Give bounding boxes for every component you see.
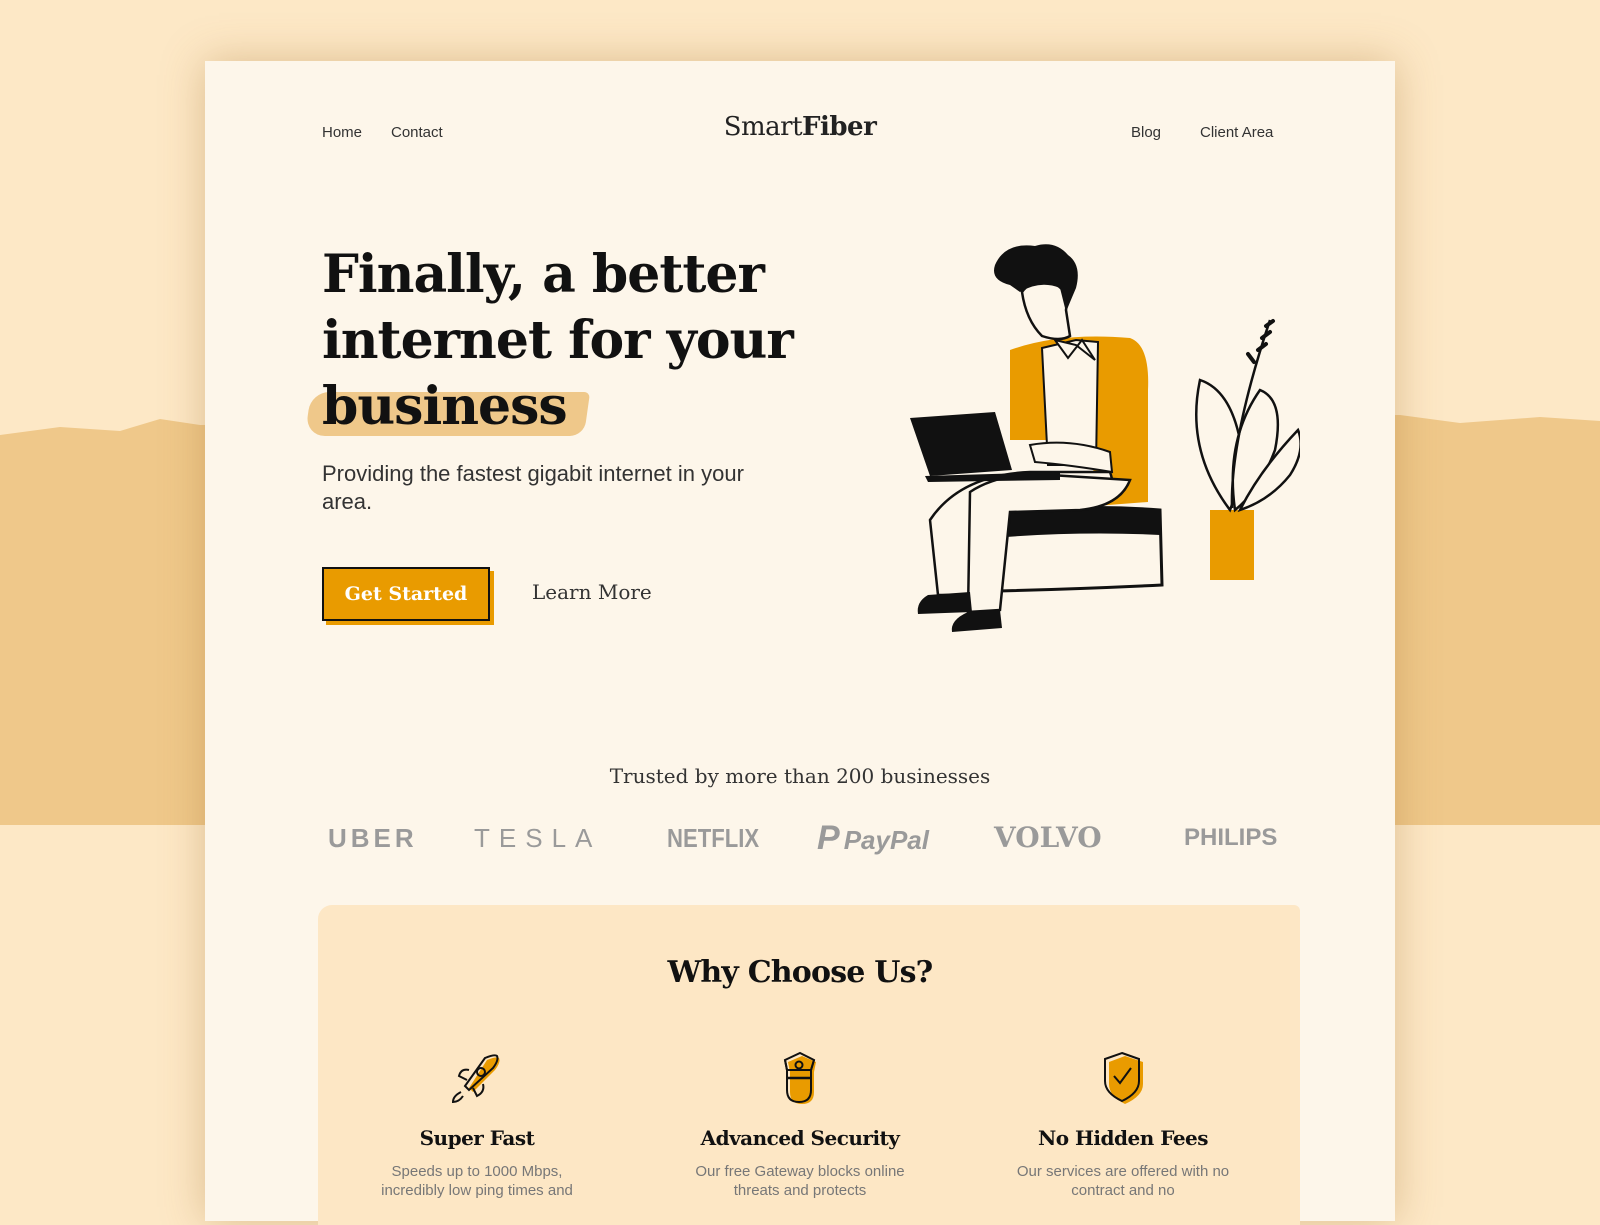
hero-headline: Finally, a better internet for your busi… (322, 242, 794, 440)
site-logo[interactable]: SmartFiber (0, 112, 1600, 142)
hero-subtitle: Providing the fastest gigabit internet i… (322, 461, 744, 514)
logo-tesla: TESLA (474, 823, 602, 853)
headline-line-2: internet for your (322, 310, 794, 371)
security-guard-icon (783, 1051, 816, 1104)
feature-title: Advanced Security (700, 1126, 900, 1150)
feature-title: No Hidden Fees (1037, 1126, 1209, 1150)
feature-no-hidden-fees: No Hidden Fees Our services are offered … (963, 1048, 1283, 1200)
logo-light: Smart (723, 112, 803, 142)
logo-bold: Fiber (802, 112, 877, 142)
nav-blog[interactable]: Blog (1131, 124, 1161, 141)
headline-highlight: business (322, 374, 568, 440)
rocket-icon (451, 1054, 500, 1104)
feature-description: Speeds up to 1000 Mbps, incredibly low p… (381, 1163, 573, 1199)
logo-netflix: NETFLIX (667, 823, 760, 853)
headline-line-1: Finally, a better (322, 244, 765, 305)
feature-advanced-security: Advanced Security Our free Gateway block… (640, 1048, 960, 1200)
plant-illustration (1195, 319, 1300, 580)
logo-philips: PHILIPS (1184, 824, 1278, 851)
feature-title: Super Fast (419, 1126, 535, 1150)
logo-volvo: VOLVO (994, 821, 1102, 854)
paypal-p-icon: P (817, 819, 840, 857)
why-title: Why Choose Us? (667, 955, 934, 990)
nav-client-area[interactable]: Client Area (1200, 124, 1273, 141)
hero-illustration (910, 244, 1300, 632)
feature-description: Our services are offered with no contrac… (1016, 1163, 1230, 1199)
client-logos: UBER TESLA NETFLIX P PayPal VOLVO PHILIPS (322, 818, 1290, 858)
get-started-button[interactable]: Get Started (322, 567, 490, 621)
feature-super-fast: Super Fast Speeds up to 1000 Mbps, incre… (317, 1048, 637, 1200)
learn-more-button[interactable]: Learn More (532, 580, 652, 604)
trusted-by-text: Trusted by more than 200 businesses (609, 764, 991, 788)
feature-description: Our free Gateway blocks online threats a… (695, 1163, 905, 1199)
logo-paypal: P PayPal (817, 819, 929, 857)
logo-uber: UBER (328, 823, 418, 853)
shield-check-icon (1104, 1051, 1143, 1104)
